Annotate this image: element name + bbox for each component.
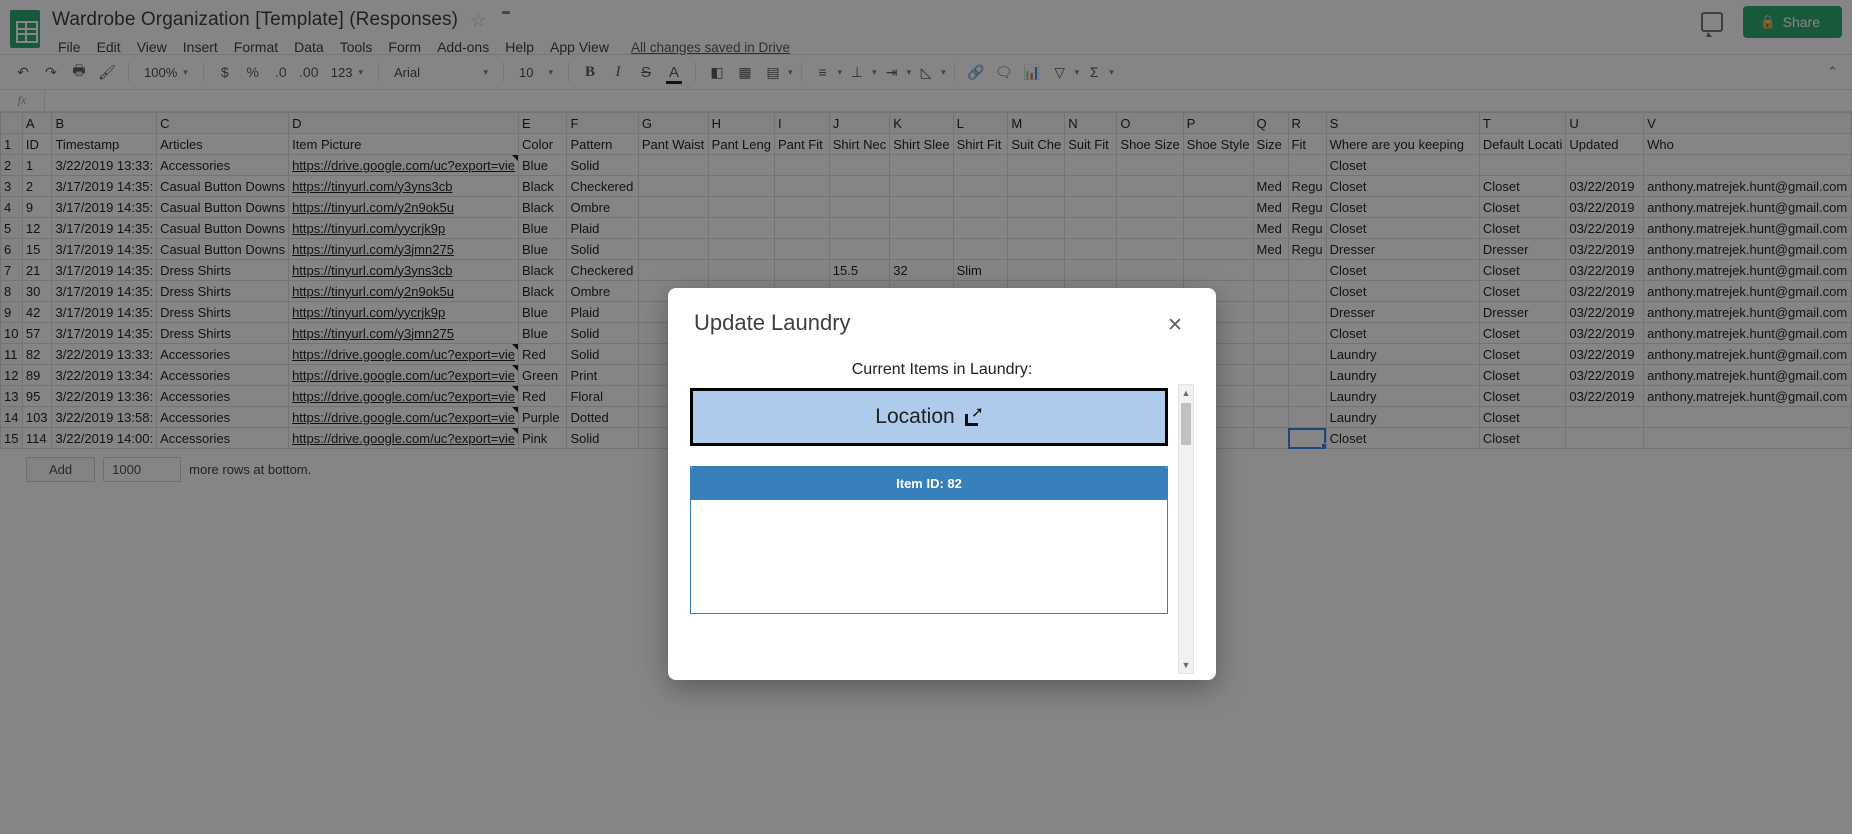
item-card-title: Item ID: 82	[691, 467, 1167, 500]
location-button[interactable]: Location	[690, 388, 1168, 446]
laundry-card-list: Location Item ID: 82	[690, 388, 1168, 614]
item-card[interactable]: Item ID: 82	[690, 466, 1168, 614]
location-button-label: Location	[875, 405, 955, 428]
scroll-down-icon[interactable]: ▼	[1179, 657, 1193, 673]
current-items-heading: Current Items in Laundry:	[851, 361, 1033, 378]
dialog-body: Current Items in Laundry: Location Item …	[690, 350, 1194, 680]
dialog-scrollbar[interactable]: ▲ ▼	[1178, 384, 1194, 674]
scrollbar-thumb[interactable]	[1181, 403, 1191, 445]
app-root: Wardrobe Organization [Template] (Respon…	[0, 0, 1852, 834]
scroll-up-icon[interactable]: ▲	[1179, 385, 1193, 401]
dialog-title: Update Laundry	[694, 310, 851, 335]
close-icon[interactable]: ✕	[1164, 314, 1186, 336]
update-laundry-dialog: Update Laundry ✕ Current Items in Laundr…	[668, 288, 1216, 680]
external-link-icon	[964, 405, 984, 426]
